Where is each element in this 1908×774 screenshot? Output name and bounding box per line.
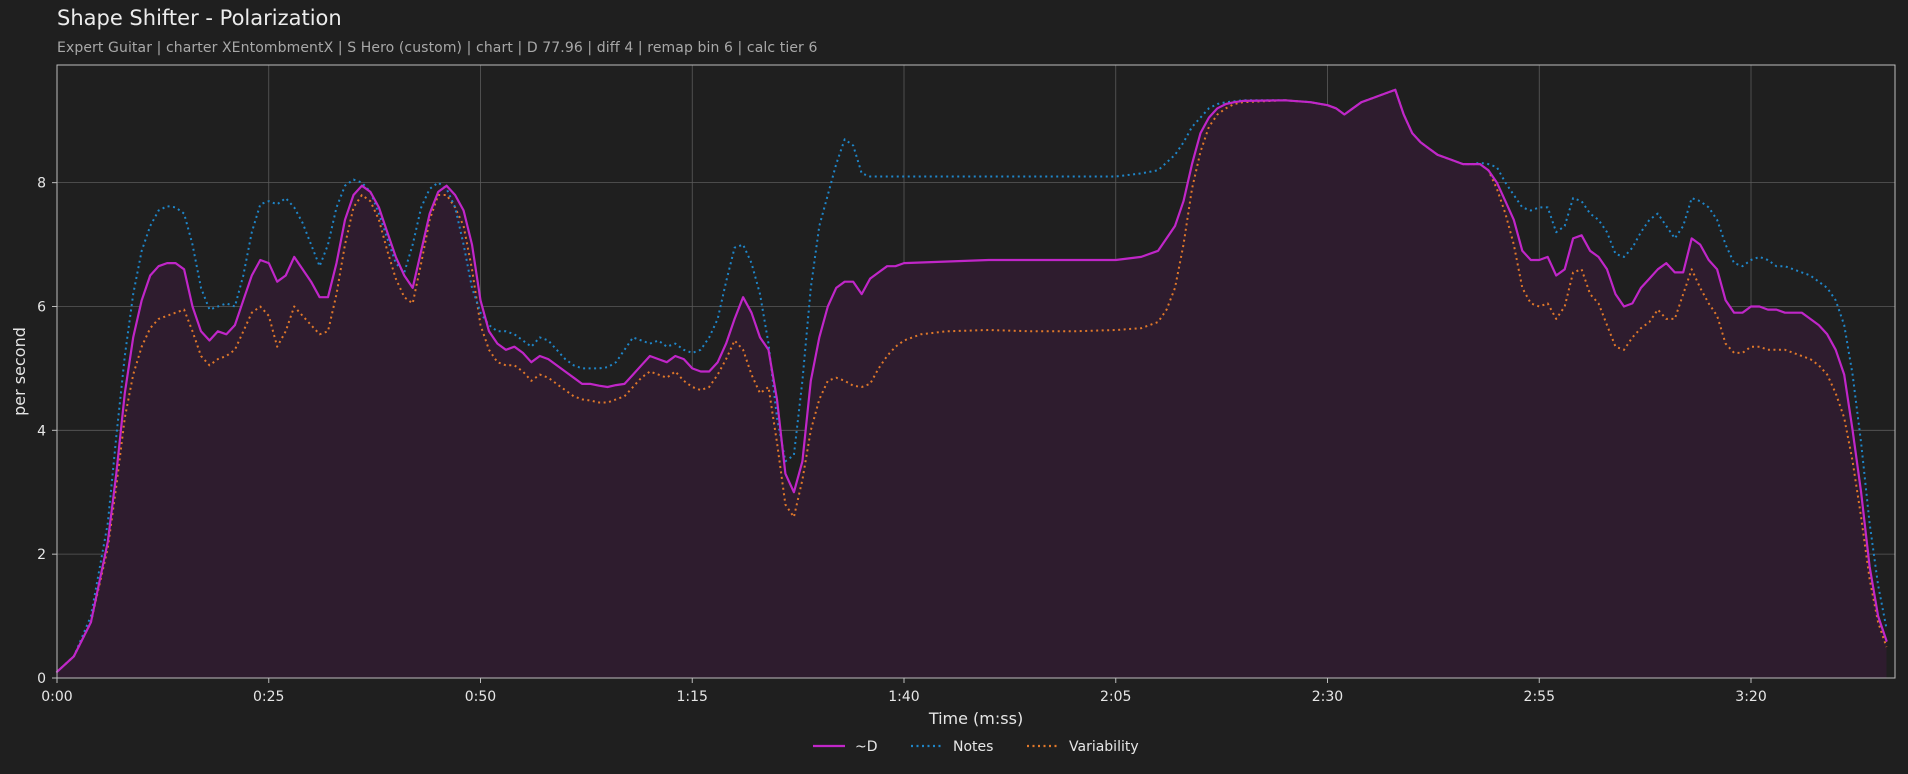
- y-axis-ticks: 0 2 4 6 8: [37, 176, 57, 687]
- chart-canvas: 0:00 0:25 0:50 1:15 1:40 2:05 2:30 2:55 3:20 0 2 4…: [10, 64, 1896, 755]
- x-tick-label: 2:30: [1312, 689, 1343, 705]
- x-tick-label: 1:15: [677, 689, 708, 705]
- legend-label-notes: Notes: [953, 739, 993, 755]
- x-tick-label: 3:20: [1735, 689, 1766, 705]
- y-axis-label: per second: [10, 327, 29, 416]
- x-tick-label: 2:55: [1524, 689, 1555, 705]
- x-tick-label: 0:25: [253, 689, 284, 705]
- legend: ~D Notes Variability: [813, 739, 1139, 755]
- legend-label-variability: Variability: [1069, 739, 1139, 755]
- x-axis-ticks: 0:00 0:25 0:50 1:15 1:40 2:05 2:30 2:55 3:20: [41, 678, 1767, 705]
- x-tick-label: 2:05: [1100, 689, 1131, 705]
- series-area-d: [57, 89, 1887, 679]
- x-tick-label: 0:00: [41, 689, 72, 705]
- y-tick-label: 4: [37, 423, 46, 439]
- x-tick-label: 1:40: [888, 689, 919, 705]
- fill-layer: [57, 89, 1887, 679]
- legend-label-d: ~D: [855, 739, 878, 755]
- y-tick-label: 6: [37, 299, 46, 315]
- y-tick-label: 8: [37, 176, 46, 192]
- y-tick-label: 0: [37, 671, 46, 687]
- x-tick-label: 0:50: [465, 689, 496, 705]
- x-axis-label: Time (m:ss): [928, 709, 1023, 728]
- y-tick-label: 2: [37, 547, 46, 563]
